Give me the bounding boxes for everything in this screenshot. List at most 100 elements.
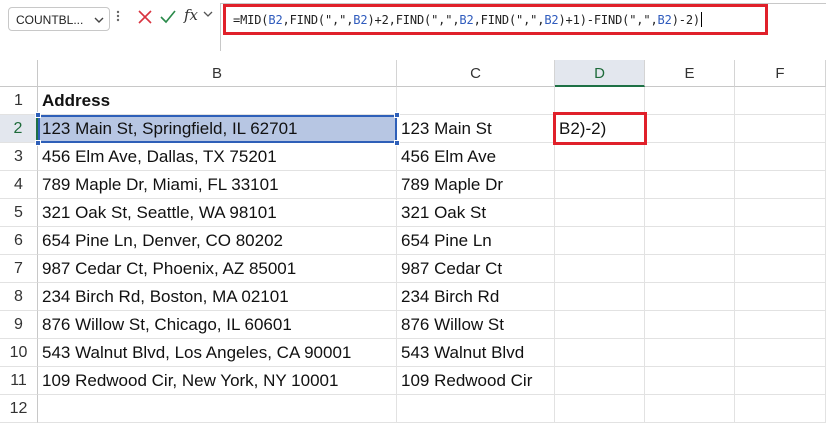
cell-b8[interactable]: 234 Birch Rd, Boston, MA 02101 — [38, 283, 397, 311]
cell-f1[interactable] — [735, 87, 826, 115]
formula-text[interactable]: =MID(B2,FIND(",",B2)+2,FIND(",",B2,FIND(… — [233, 12, 702, 27]
cell-f4[interactable] — [735, 171, 826, 199]
cell-b3[interactable]: 456 Elm Ave, Dallas, TX 75201 — [38, 143, 397, 171]
cell-b12[interactable] — [38, 395, 397, 423]
cell-f9[interactable] — [735, 311, 826, 339]
insert-function-button[interactable]: fx — [184, 6, 198, 24]
cell-f12[interactable] — [735, 395, 826, 423]
cell-d4[interactable] — [555, 171, 645, 199]
cell-d7[interactable] — [555, 255, 645, 283]
cell-e11[interactable] — [645, 367, 735, 395]
close-icon[interactable] — [137, 9, 153, 25]
cell-c8[interactable]: 234 Birch Rd — [397, 283, 555, 311]
cell-b10[interactable]: 543 Walnut Blvd, Los Angeles, CA 90001 — [38, 339, 397, 367]
cell-c2[interactable]: 123 Main St — [397, 115, 555, 143]
cell-b2[interactable]: 123 Main St, Springfield, IL 62701 — [38, 115, 397, 143]
cell-e12[interactable] — [645, 395, 735, 423]
cell-d1[interactable] — [555, 87, 645, 115]
formula-cell-reference: B2 — [459, 13, 474, 27]
row-header-8[interactable]: 8 — [0, 283, 38, 311]
cell-c1[interactable] — [397, 87, 555, 115]
name-box[interactable]: COUNTBL... — [8, 7, 110, 31]
cell-e2[interactable] — [645, 115, 735, 143]
cell-e4[interactable] — [645, 171, 735, 199]
column-header-b[interactable]: B — [38, 60, 397, 87]
cell-f3[interactable] — [735, 143, 826, 171]
cell-e8[interactable] — [645, 283, 735, 311]
cell-c10[interactable]: 543 Walnut Blvd — [397, 339, 555, 367]
cell-f5[interactable] — [735, 199, 826, 227]
vertical-ellipsis-icon[interactable] — [116, 9, 120, 25]
cell-c12[interactable] — [397, 395, 555, 423]
column-header-e[interactable]: E — [645, 60, 735, 87]
cell-c3[interactable]: 456 Elm Ave — [397, 143, 555, 171]
cell-e3[interactable] — [645, 143, 735, 171]
formula-text-segment: ,FIND(",", — [282, 13, 354, 27]
cell-c4[interactable]: 789 Maple Dr — [397, 171, 555, 199]
row-header-5[interactable]: 5 — [0, 199, 38, 227]
cell-f10[interactable] — [735, 339, 826, 367]
column-header-f[interactable]: F — [735, 60, 826, 87]
cell-e6[interactable] — [645, 227, 735, 255]
cell-c5[interactable]: 321 Oak St — [397, 199, 555, 227]
cell-f11[interactable] — [735, 367, 826, 395]
selection-handle[interactable] — [394, 112, 400, 118]
row-header-12[interactable]: 12 — [0, 395, 38, 423]
cell-b6[interactable]: 654 Pine Ln, Denver, CO 80202 — [38, 227, 397, 255]
row-header-6[interactable]: 6 — [0, 227, 38, 255]
cell-e9[interactable] — [645, 311, 735, 339]
row-header-1[interactable]: 1 — [0, 87, 38, 115]
formula-text-segment: )+2,FIND(",", — [367, 13, 460, 27]
row-header-11[interactable]: 11 — [0, 367, 38, 395]
cell-d3[interactable] — [555, 143, 645, 171]
row-header-3[interactable]: 3 — [0, 143, 38, 171]
selection-handle[interactable] — [35, 140, 41, 146]
cell-d11[interactable] — [555, 367, 645, 395]
cell-b11[interactable]: 109 Redwood Cir, New York, NY 10001 — [38, 367, 397, 395]
text-cursor — [701, 12, 702, 27]
row-header-9[interactable]: 9 — [0, 311, 38, 339]
active-cell-highlight-box — [553, 112, 647, 145]
cell-b5[interactable]: 321 Oak St, Seattle, WA 98101 — [38, 199, 397, 227]
cell-d10[interactable] — [555, 339, 645, 367]
cell-d9[interactable] — [555, 311, 645, 339]
cell-b7[interactable]: 987 Cedar Ct, Phoenix, AZ 85001 — [38, 255, 397, 283]
cell-d6[interactable] — [555, 227, 645, 255]
formula-highlight-box: =MID(B2,FIND(",",B2)+2,FIND(",",B2,FIND(… — [223, 4, 768, 35]
selection-handle[interactable] — [35, 112, 41, 118]
cell-c7[interactable]: 987 Cedar Ct — [397, 255, 555, 283]
select-all-corner[interactable] — [0, 60, 38, 87]
cell-f7[interactable] — [735, 255, 826, 283]
cell-c9[interactable]: 876 Willow St — [397, 311, 555, 339]
row-header-2[interactable]: 2 — [0, 115, 38, 143]
row-header-10[interactable]: 10 — [0, 339, 38, 367]
cell-f8[interactable] — [735, 283, 826, 311]
cell-b4[interactable]: 789 Maple Dr, Miami, FL 33101 — [38, 171, 397, 199]
cell-e5[interactable] — [645, 199, 735, 227]
cell-c11[interactable]: 109 Redwood Cir — [397, 367, 555, 395]
cell-d8[interactable] — [555, 283, 645, 311]
checkmark-icon[interactable] — [160, 9, 176, 25]
formula-text-segment: =MID( — [233, 13, 269, 27]
formula-cell-reference: B2 — [353, 13, 368, 27]
cell-b9[interactable]: 876 Willow St, Chicago, IL 60601 — [38, 311, 397, 339]
row-header-7[interactable]: 7 — [0, 255, 38, 283]
cell-f2[interactable] — [735, 115, 826, 143]
cell-b1[interactable]: Address — [38, 87, 397, 115]
cell-d12[interactable] — [555, 395, 645, 423]
cell-d5[interactable] — [555, 199, 645, 227]
cell-e1[interactable] — [645, 87, 735, 115]
cell-e10[interactable] — [645, 339, 735, 367]
formula-bar-area: COUNTBL... fx =MID(B2,FIND(",",B2)+2,FIN… — [0, 0, 826, 52]
chevron-down-icon[interactable] — [203, 9, 213, 22]
column-header-c[interactable]: C — [397, 60, 555, 87]
formula-text-segment: ,FIND(",", — [473, 13, 545, 27]
column-header-d[interactable]: D — [555, 60, 645, 87]
name-box-value: COUNTBL... — [16, 13, 84, 27]
cell-c6[interactable]: 654 Pine Ln — [397, 227, 555, 255]
cell-f6[interactable] — [735, 227, 826, 255]
selection-handle[interactable] — [394, 140, 400, 146]
cell-e7[interactable] — [645, 255, 735, 283]
row-header-4[interactable]: 4 — [0, 171, 38, 199]
chevron-down-icon[interactable] — [93, 10, 105, 33]
